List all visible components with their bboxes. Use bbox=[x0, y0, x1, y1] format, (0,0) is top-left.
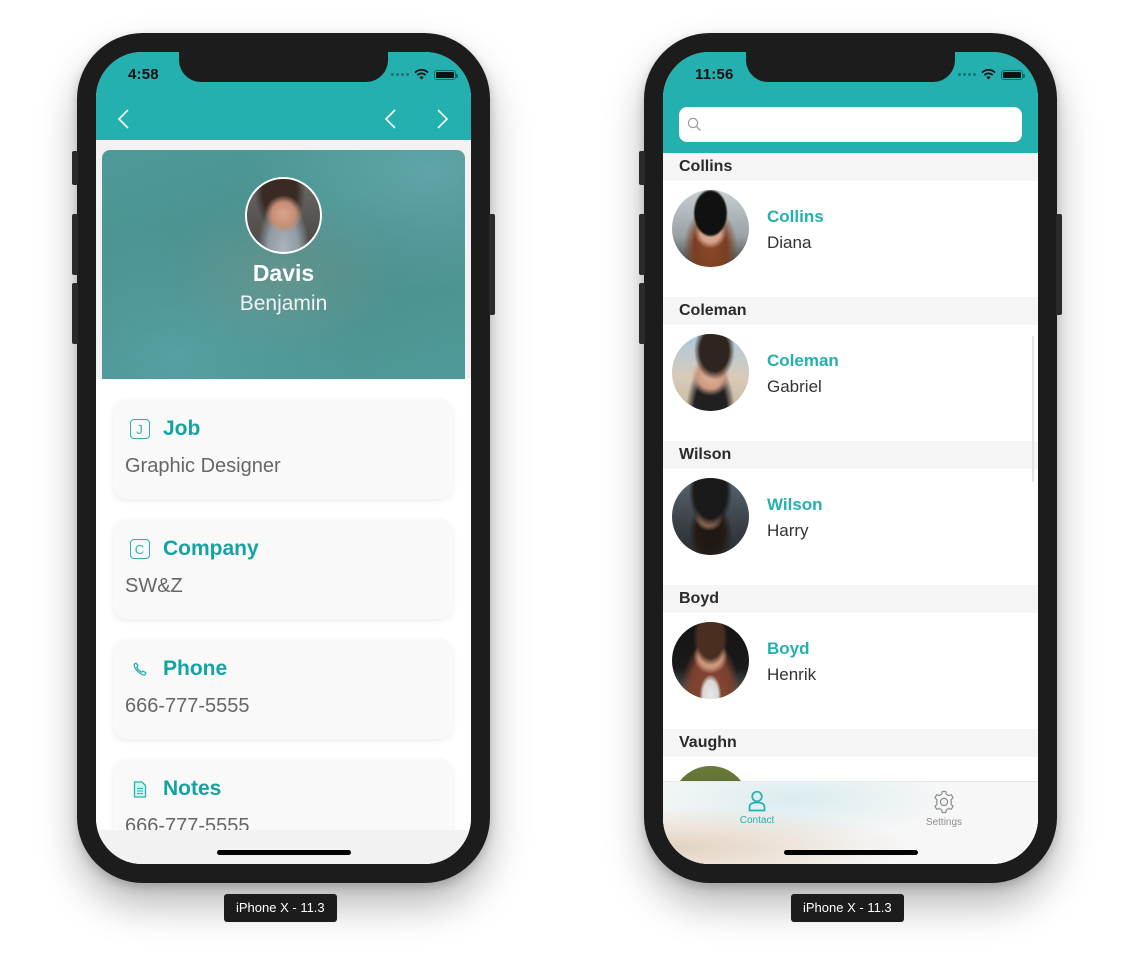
info-card-company[interactable]: C Company SW&Z bbox=[113, 519, 453, 619]
info-card-phone[interactable]: Phone 666-777-5555 bbox=[113, 639, 453, 739]
mute-switch bbox=[639, 151, 645, 185]
info-card-title: C Company bbox=[129, 537, 259, 561]
tab-contact[interactable]: Contact bbox=[697, 790, 817, 826]
signal-icon bbox=[958, 73, 976, 76]
contact-avatar bbox=[672, 334, 749, 411]
letter-c-glyph: C bbox=[129, 539, 150, 559]
info-label: Phone bbox=[163, 657, 228, 680]
tab-label: Settings bbox=[925, 817, 963, 828]
info-label: Job bbox=[163, 417, 201, 440]
section-header: Boyd bbox=[663, 585, 1038, 613]
contact-first-name: Harry bbox=[767, 521, 809, 540]
volume-up-button bbox=[72, 214, 78, 275]
section-header: Collins bbox=[663, 153, 1038, 181]
contact-first-name: Henrik bbox=[767, 665, 817, 684]
contact-last-name: Coleman bbox=[767, 351, 839, 370]
wifi-icon bbox=[981, 69, 996, 80]
battery-icon bbox=[434, 69, 458, 80]
battery-icon bbox=[1001, 69, 1025, 80]
next-contact-button[interactable] bbox=[432, 108, 454, 130]
contact-row[interactable]: Collins Diana bbox=[663, 181, 1038, 297]
status-time: 4:58 bbox=[128, 66, 159, 83]
letter-j-glyph: J bbox=[129, 419, 150, 439]
power-button bbox=[1056, 214, 1062, 315]
document-icon bbox=[129, 779, 150, 800]
chevron-left-icon bbox=[117, 109, 129, 129]
info-list: J Job Graphic Designer C Company SW&Z Ph… bbox=[96, 379, 471, 864]
contact-last-name: Boyd bbox=[767, 639, 810, 658]
contact-last-name: Collins bbox=[767, 207, 824, 226]
chevron-right-icon bbox=[437, 109, 449, 129]
profile-first-name: Benjamin bbox=[239, 292, 328, 315]
contact-first-name: Gabriel bbox=[767, 377, 822, 396]
search-input[interactable] bbox=[708, 107, 1022, 142]
phone-icon bbox=[129, 659, 150, 680]
section-header: Coleman bbox=[663, 297, 1038, 325]
info-card-title: Notes bbox=[129, 777, 221, 801]
search-icon bbox=[687, 117, 701, 131]
person-icon bbox=[748, 790, 766, 812]
scrollbar[interactable] bbox=[1032, 336, 1034, 482]
volume-down-button bbox=[72, 283, 78, 344]
search-box[interactable] bbox=[679, 107, 1022, 142]
info-value: SW&Z bbox=[125, 575, 183, 597]
tab-label: Contact bbox=[739, 815, 775, 826]
list-screen: 11:56 Collins Collins Diana Coleman Cole… bbox=[663, 52, 1038, 864]
profile-last-name: Davis bbox=[252, 260, 315, 286]
info-card-job[interactable]: J Job Graphic Designer bbox=[113, 399, 453, 499]
info-label: Notes bbox=[163, 777, 222, 800]
detail-screen: 4:58 Davis Benjamin J Job Graphic Design… bbox=[96, 52, 471, 864]
contact-avatar bbox=[672, 622, 749, 699]
notch bbox=[746, 52, 955, 82]
mute-switch bbox=[72, 151, 78, 185]
profile-header-card: Davis Benjamin bbox=[102, 150, 465, 379]
info-card-title: J Job bbox=[129, 417, 200, 441]
status-time: 11:56 bbox=[695, 66, 734, 83]
home-indicator-area bbox=[96, 830, 471, 864]
device-label: iPhone X - 11.3 bbox=[791, 894, 904, 922]
section-header: Vaughn bbox=[663, 729, 1038, 757]
signal-icon bbox=[391, 73, 409, 76]
info-card-title: Phone bbox=[129, 657, 227, 681]
device-label: iPhone X - 11.3 bbox=[224, 894, 337, 922]
power-button bbox=[489, 214, 495, 315]
home-indicator[interactable] bbox=[784, 850, 918, 855]
status-icons bbox=[958, 69, 1025, 80]
wifi-icon bbox=[414, 69, 429, 80]
info-value: 666-777-5555 bbox=[125, 695, 250, 717]
status-icons bbox=[391, 69, 458, 80]
back-button[interactable] bbox=[112, 108, 134, 130]
info-value: Graphic Designer bbox=[125, 455, 281, 477]
contact-avatar bbox=[672, 478, 749, 555]
previous-contact-button[interactable] bbox=[379, 108, 401, 130]
contact-list[interactable]: Collins Collins Diana Coleman Coleman Ga… bbox=[663, 153, 1038, 864]
info-label: Company bbox=[163, 537, 259, 560]
contact-row[interactable]: Coleman Gabriel bbox=[663, 325, 1038, 441]
device-frame-detail: 4:58 Davis Benjamin J Job Graphic Design… bbox=[72, 33, 495, 883]
letter-j-icon: J bbox=[129, 419, 150, 440]
gear-icon bbox=[934, 790, 954, 814]
notch bbox=[179, 52, 388, 82]
tab-settings[interactable]: Settings bbox=[884, 790, 1004, 828]
contact-row[interactable]: Boyd Henrik bbox=[663, 613, 1038, 729]
section-header: Wilson bbox=[663, 441, 1038, 469]
chevron-left-icon bbox=[384, 109, 396, 129]
device-frame-list: 11:56 Collins Collins Diana Coleman Cole… bbox=[639, 33, 1062, 883]
contact-row[interactable]: Wilson Harry bbox=[663, 469, 1038, 585]
home-indicator[interactable] bbox=[217, 850, 351, 855]
profile-avatar bbox=[245, 177, 322, 254]
contact-first-name: Diana bbox=[767, 233, 812, 252]
letter-c-icon: C bbox=[129, 539, 150, 560]
volume-down-button bbox=[639, 283, 645, 344]
volume-up-button bbox=[639, 214, 645, 275]
contact-avatar bbox=[672, 190, 749, 267]
contact-last-name: Wilson bbox=[767, 495, 823, 514]
